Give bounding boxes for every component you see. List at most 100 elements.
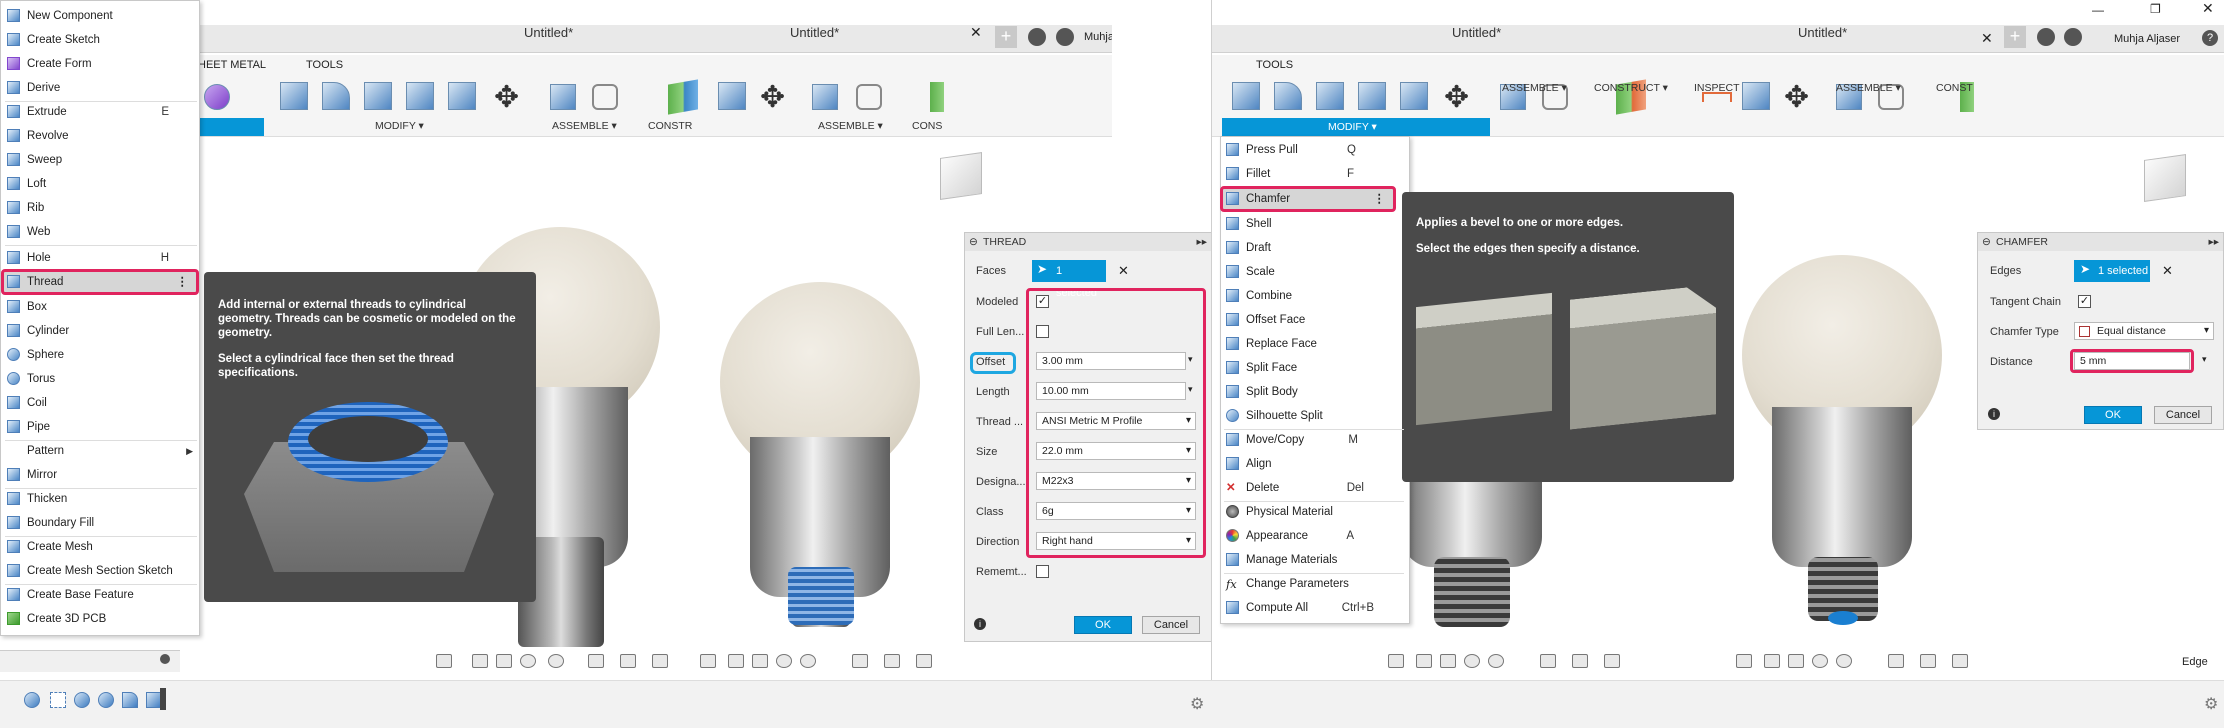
menu-item-appearance[interactable]: Appearance A: [1220, 524, 1406, 548]
move-icon-right[interactable]: ✥: [1444, 80, 1469, 115]
menu-item-press-pull[interactable]: Press Pull Q: [1220, 138, 1406, 162]
remember-checkbox[interactable]: [1036, 565, 1049, 578]
menu-item-sphere[interactable]: Sphere: [1, 343, 199, 367]
menu-item-move-copy[interactable]: Move/Copy M: [1220, 428, 1406, 452]
menu-item-sweep[interactable]: Sweep: [1, 148, 199, 172]
orbit-icon[interactable]: [700, 654, 716, 668]
display-settings-icon[interactable]: [588, 654, 604, 668]
modify-group-label[interactable]: MODIFY ▾: [375, 120, 424, 132]
chamfer-icon-right[interactable]: [1316, 82, 1344, 110]
view-cube[interactable]: [940, 152, 982, 200]
menu-item-shell[interactable]: Shell: [1220, 212, 1406, 236]
timeline-settings-icon[interactable]: ⚙: [1190, 694, 1204, 714]
menu-item-loft[interactable]: Loft: [1, 172, 199, 196]
right-user-name[interactable]: Muhja Aljaser: [2114, 33, 2180, 45]
left-add-tab-icon[interactable]: +: [995, 26, 1017, 48]
menu-item-create-mesh[interactable]: Create Mesh: [1, 535, 199, 559]
zoom-icon[interactable]: [1464, 654, 1480, 668]
size-select[interactable]: 22.0 mm: [1036, 442, 1196, 460]
grid-icon[interactable]: [1920, 654, 1936, 668]
orbit-icon[interactable]: [1388, 654, 1404, 668]
menu-item-compute-all[interactable]: Compute All Ctrl+B: [1220, 596, 1406, 620]
menu-item-offset-face[interactable]: Offset Face: [1220, 308, 1406, 332]
timeline-revolve-icon[interactable]: [74, 692, 90, 708]
collapse-icon[interactable]: ⊖: [969, 233, 978, 251]
construct-group-label[interactable]: CONSTR: [648, 120, 692, 132]
more-options-icon[interactable]: ⋮: [1374, 189, 1386, 209]
toolbar-tab-sheet-metal[interactable]: HEET METAL: [198, 59, 266, 71]
add-tab-icon[interactable]: +: [2004, 26, 2026, 48]
combine-icon[interactable]: [448, 82, 476, 110]
menu-item-coil[interactable]: Coil: [1, 391, 199, 415]
toolbar-tab-tools[interactable]: TOOLS: [306, 59, 343, 71]
left-clock-icon[interactable]: [1056, 28, 1074, 46]
construct-group-label-right[interactable]: CONSTRUCT ▾: [1594, 82, 1668, 94]
left-user-name[interactable]: Muhja Aljaser: [1084, 31, 1112, 43]
pan-icon[interactable]: [496, 654, 512, 668]
inspect-group-label[interactable]: INSPECT: [1694, 82, 1740, 94]
distance-dropdown-icon[interactable]: ▾: [2202, 354, 2207, 365]
shell-icon[interactable]: [406, 82, 434, 110]
modify-group-label-right[interactable]: MODIFY ▾: [1328, 121, 1377, 133]
menu-item-torus[interactable]: Torus: [1, 367, 199, 391]
menu-item-draft[interactable]: Draft: [1220, 236, 1406, 260]
offset-input[interactable]: 3.00 mm: [1036, 352, 1186, 370]
menu-item-split-body[interactable]: Split Body: [1220, 380, 1406, 404]
pan-icon[interactable]: [752, 654, 768, 668]
distance-input[interactable]: 5 mm: [2074, 352, 2190, 370]
thread-ok-button[interactable]: OK: [1074, 616, 1132, 634]
display-settings-icon[interactable]: [852, 654, 868, 668]
clear-selection-icon[interactable]: ✕: [1118, 263, 1129, 279]
class-select[interactable]: 6g: [1036, 502, 1196, 520]
offset-plane-icon-2[interactable]: [930, 82, 944, 112]
orbit-icon[interactable]: [1736, 654, 1752, 668]
chamfer-type-select[interactable]: Equal distance: [2074, 322, 2214, 340]
grid-icon[interactable]: [884, 654, 900, 668]
assemble-group-label-right-2[interactable]: ASSEMBLE ▾: [1836, 82, 1901, 94]
move-icon-2[interactable]: ✥: [760, 80, 785, 115]
menu-item-3d-pcb[interactable]: Create 3D PCB: [1, 607, 199, 631]
assemble-group-label-2[interactable]: ASSEMBLE ▾: [818, 120, 883, 132]
menu-item-scale[interactable]: Scale: [1220, 260, 1406, 284]
chamfer-icon[interactable]: [364, 82, 392, 110]
menu-item-create-form[interactable]: Create Form: [1, 52, 199, 76]
menu-item-align[interactable]: Align: [1220, 452, 1406, 476]
toolbar-tab-tools-right[interactable]: TOOLS: [1256, 59, 1293, 71]
timeline-sketch-icon[interactable]: [50, 692, 66, 708]
orbit-icon[interactable]: [436, 654, 452, 668]
joint-icon-2[interactable]: [856, 84, 882, 110]
left-tab-2[interactable]: Untitled*: [790, 25, 839, 40]
construct-group-label-right-2[interactable]: CONST: [1936, 82, 1973, 94]
assemble-group-label-right[interactable]: ASSEMBLE ▾: [1502, 82, 1567, 94]
form-icon[interactable]: [204, 84, 230, 110]
timeline-sphere-icon[interactable]: [98, 692, 114, 708]
construct-group-label-2[interactable]: CONS: [912, 120, 942, 132]
maximize-icon[interactable]: ❐: [2150, 2, 2161, 16]
left-tab-1[interactable]: Untitled*: [524, 25, 573, 40]
direction-select[interactable]: Right hand: [1036, 532, 1196, 550]
help-icon[interactable]: ?: [2202, 30, 2218, 46]
menu-item-boundary-fill[interactable]: Boundary Fill: [1, 511, 199, 535]
zoom-window-icon[interactable]: [1836, 654, 1852, 668]
clock-icon[interactable]: [2064, 28, 2082, 46]
close-tab-icon[interactable]: ✕: [1981, 30, 1993, 47]
tangent-chain-checkbox[interactable]: ✓: [2078, 295, 2091, 308]
grid-icon[interactable]: [1572, 654, 1588, 668]
menu-item-extrude[interactable]: Extrude E: [1, 100, 199, 124]
new-component-icon[interactable]: [550, 84, 576, 110]
look-at-icon[interactable]: [1416, 654, 1432, 668]
chamfer-ok-button[interactable]: OK: [2084, 406, 2142, 424]
menu-item-physical-material[interactable]: Physical Material: [1220, 500, 1406, 524]
menu-item-rib[interactable]: Rib: [1, 196, 199, 220]
view-cube-right[interactable]: [2144, 154, 2186, 202]
display-settings-icon[interactable]: [1540, 654, 1556, 668]
assemble-group-label[interactable]: ASSEMBLE ▾: [552, 120, 617, 132]
shell-icon-right[interactable]: [1358, 82, 1386, 110]
menu-item-revolve[interactable]: Revolve: [1, 124, 199, 148]
chamfer-info-icon[interactable]: i: [1988, 408, 2000, 420]
press-pull-icon-right[interactable]: [1232, 82, 1260, 110]
menu-item-change-parameters[interactable]: fx Change Parameters: [1220, 572, 1406, 596]
viewports-icon[interactable]: [652, 654, 668, 668]
designation-select[interactable]: M22x3: [1036, 472, 1196, 490]
timeline-marker-icon[interactable]: [160, 688, 166, 710]
